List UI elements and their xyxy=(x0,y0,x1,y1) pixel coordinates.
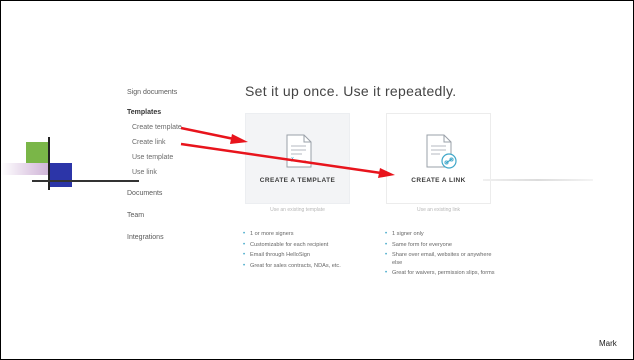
arrow-to-link-card xyxy=(180,142,395,178)
annotation-arrows xyxy=(180,126,395,178)
slide: Sign documents Templates Create template… xyxy=(1,1,633,359)
author-name: Mark xyxy=(599,339,617,348)
arrow-to-template-card xyxy=(180,126,248,144)
